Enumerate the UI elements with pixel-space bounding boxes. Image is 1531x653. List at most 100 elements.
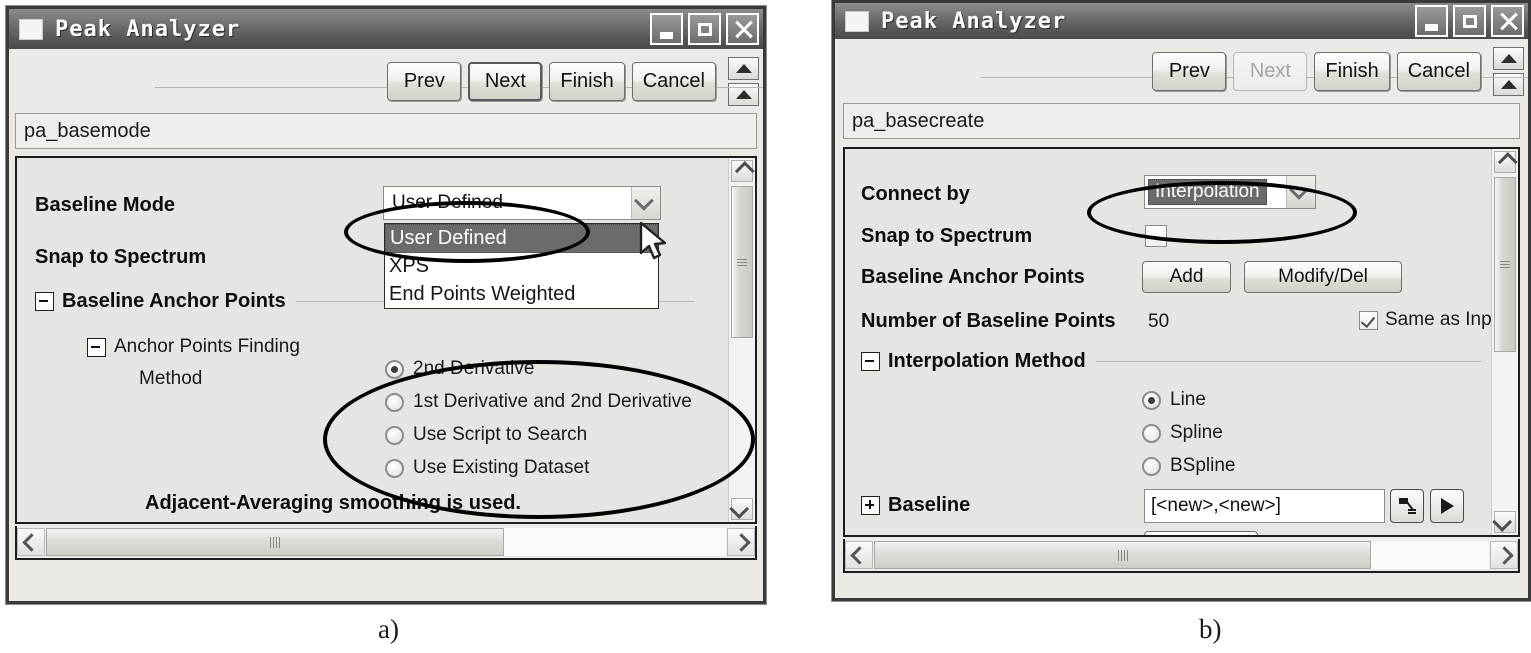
horizontal-scroll-track-a[interactable] <box>46 528 726 556</box>
panel-vertical-scrollbar-a[interactable] <box>728 158 755 522</box>
finish-button-a[interactable]: Finish <box>549 61 625 101</box>
baseline-row: Baseline <box>861 494 970 517</box>
radio-icon-selected[interactable] <box>1142 390 1161 410</box>
add-anchor-point-button[interactable]: Add <box>1142 261 1231 293</box>
radio-row-spline[interactable]: Spline <box>1142 422 1236 444</box>
maximize-button-a[interactable] <box>688 13 721 45</box>
number-of-baseline-points-value-wrap: 50 <box>1148 311 1169 333</box>
radio-row-bspline[interactable]: BSpline <box>1142 455 1236 477</box>
radio-row-1st-and-2nd-derivative[interactable]: 1st Derivative and 2nd Derivative <box>385 391 692 413</box>
horizontal-scroll-thumb-a[interactable] <box>46 528 504 556</box>
scroll-up-button-a[interactable] <box>731 160 755 182</box>
scroll-up-button-b[interactable] <box>1494 151 1518 173</box>
titlebar-b[interactable]: Peak Analyzer <box>835 3 1528 39</box>
baseline-apply-button[interactable] <box>1430 489 1464 523</box>
radio-row-2nd-derivative[interactable]: 2nd Derivative <box>385 358 692 380</box>
chevron-down-icon[interactable] <box>631 187 660 219</box>
snap-to-spectrum-checkbox[interactable] <box>1145 225 1167 247</box>
connect-by-combobox[interactable]: Interpolation <box>1144 175 1316 209</box>
same-as-input-row[interactable]: Same as Inp <box>1359 309 1492 331</box>
scroll-grip-icon <box>1117 549 1128 561</box>
minimize-button-b[interactable] <box>1415 5 1448 37</box>
panel-vertical-scrollbar-b[interactable] <box>1491 149 1518 535</box>
scroll-grip-icon <box>737 257 747 268</box>
radio-icon[interactable] <box>385 458 404 478</box>
prev-button-b[interactable]: Prev <box>1152 51 1227 91</box>
scroll-left-button-a[interactable] <box>17 528 45 556</box>
expand-toggle-baseline[interactable] <box>861 496 880 515</box>
smoothing-note-text: Adjacent-Averaging smoothing is used. <box>145 492 521 514</box>
scroll-up-icon <box>1500 79 1517 89</box>
baseline-dataset-input[interactable]: [<new>,<new>] <box>1144 489 1385 523</box>
finish-button-b[interactable]: Finish <box>1314 51 1390 91</box>
collapse-toggle-interpolation-method[interactable] <box>861 352 880 371</box>
baseline-mode-dropdown-list[interactable]: User Defined XPS End Points Weighted <box>384 223 659 310</box>
interpolation-radio-group[interactable]: Line Spline BSpline <box>1142 389 1236 488</box>
maximize-button-b[interactable] <box>1453 5 1486 37</box>
close-button-b[interactable] <box>1491 5 1524 37</box>
panel-horizontal-scrollbar-a[interactable] <box>15 526 757 560</box>
wizard-buttons-b: Prev Next Finish Cancel <box>1152 51 1486 91</box>
panel-horizontal-scrollbar-b[interactable] <box>843 539 1520 573</box>
chevron-up-icon <box>1497 152 1518 172</box>
cancel-button-a[interactable]: Cancel <box>631 61 716 101</box>
minimize-button-a[interactable] <box>650 13 683 45</box>
radio-row-use-script-to-search[interactable]: Use Script to Search <box>385 424 692 446</box>
baseline-mode-label: Baseline Mode <box>35 194 176 216</box>
baseline-anchor-points-label-a: Baseline Anchor Points <box>62 290 286 312</box>
scroll-up-icon <box>1500 53 1517 63</box>
scroll-down-button-b[interactable] <box>1492 511 1516 533</box>
prev-button-a[interactable]: Prev <box>387 61 462 101</box>
collapse-toggle-baseline-anchor-points[interactable] <box>35 292 54 311</box>
peak-analyzer-window-b[interactable]: Peak Analyzer Prev Next Finish Cancel pa… <box>832 0 1531 601</box>
radio-icon[interactable] <box>1142 423 1161 443</box>
preview-label: Preview <box>861 534 937 535</box>
snap-to-spectrum-label-b: Snap to Spectrum <box>861 225 1033 247</box>
smoothing-note-a: Adjacent-Averaging smoothing is used. <box>145 492 521 515</box>
chevron-right-icon <box>1494 545 1514 565</box>
horizontal-scroll-track-b[interactable] <box>874 541 1489 569</box>
radio-icon[interactable] <box>385 392 404 412</box>
radio-icon-selected[interactable] <box>385 359 404 379</box>
baseline-mode-combobox[interactable]: User Defined <box>383 186 661 220</box>
dropdown-option-end-points-weighted[interactable]: End Points Weighted <box>385 281 658 308</box>
collapse-toggle-anchor-points-finding[interactable] <box>87 337 106 357</box>
path-field-a[interactable]: pa_basemode <box>15 113 757 149</box>
chevron-down-icon[interactable] <box>1286 176 1315 208</box>
expand-up-button-b1[interactable] <box>1493 46 1524 70</box>
range-picker-icon[interactable] <box>1390 489 1424 523</box>
titlebar-a[interactable]: Peak Analyzer <box>9 9 763 49</box>
number-of-baseline-points-value: 50 <box>1148 311 1170 332</box>
expand-up-button-a1[interactable] <box>728 56 759 80</box>
settings-panel-a: Baseline Mode User Defined User Defined … <box>15 156 757 524</box>
connect-by-label: Connect by <box>861 183 970 205</box>
next-button-b: Next <box>1233 51 1308 91</box>
expand-up-button-b2[interactable] <box>1493 72 1524 96</box>
anchor-points-finding-label: Anchor Points Finding <box>114 336 300 357</box>
expand-up-button-a2[interactable] <box>728 82 759 106</box>
scroll-down-button-a[interactable] <box>729 498 753 520</box>
dropdown-option-xps[interactable]: XPS <box>385 253 658 280</box>
modify-delete-anchor-point-button[interactable]: Modify/Del <box>1244 261 1402 293</box>
scroll-left-button-b[interactable] <box>845 541 873 569</box>
radio-row-line[interactable]: Line <box>1142 389 1236 411</box>
cancel-button-b[interactable]: Cancel <box>1396 51 1481 91</box>
number-of-baseline-points-label: Number of Baseline Points <box>861 310 1116 332</box>
dropdown-option-user-defined[interactable]: User Defined <box>385 224 658 254</box>
same-as-input-checkbox[interactable] <box>1359 310 1378 330</box>
scroll-right-button-a[interactable] <box>727 528 755 556</box>
path-field-b[interactable]: pa_basecreate <box>843 103 1520 139</box>
preview-subtract-button[interactable] <box>1144 531 1258 535</box>
method-radio-group[interactable]: 2nd Derivative 1st Derivative and 2nd De… <box>385 358 692 490</box>
radio-icon[interactable] <box>1142 456 1161 476</box>
horizontal-scroll-thumb-b[interactable] <box>874 541 1371 569</box>
close-button-a[interactable] <box>726 13 759 45</box>
radio-row-use-existing-dataset[interactable]: Use Existing Dataset <box>385 457 692 479</box>
wizard-navbar-a: Prev Next Finish Cancel <box>9 49 763 113</box>
vertical-scroll-thumb-a[interactable] <box>731 186 753 338</box>
scroll-right-button-b[interactable] <box>1490 541 1518 569</box>
peak-analyzer-window-a[interactable]: Peak Analyzer Prev Next Finish Cancel pa… <box>6 6 766 604</box>
vertical-scroll-thumb-b[interactable] <box>1494 177 1516 352</box>
next-button-a[interactable]: Next <box>468 61 543 101</box>
radio-icon[interactable] <box>385 425 404 445</box>
